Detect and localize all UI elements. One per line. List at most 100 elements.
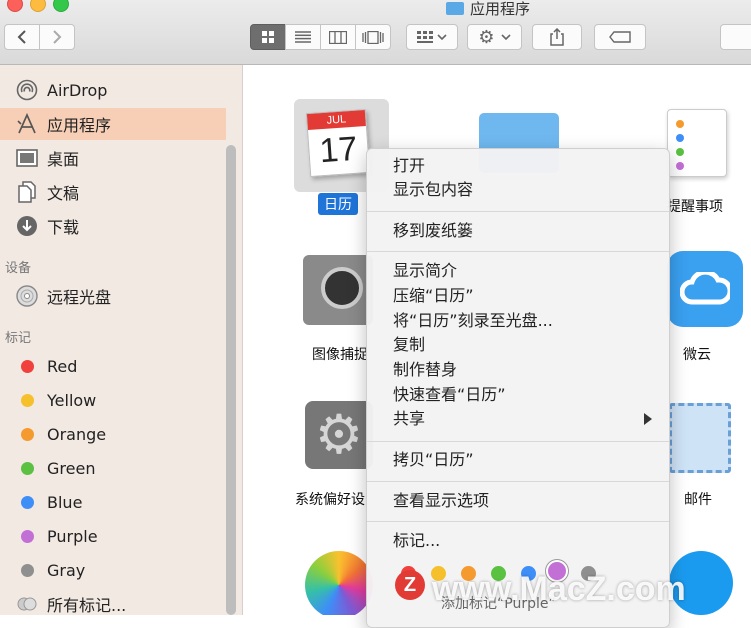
forward-button[interactable] (39, 24, 75, 50)
sidebar-item-label: Green (47, 458, 96, 478)
desktop-icon (16, 147, 38, 169)
airdrop-icon (16, 79, 38, 101)
list-view-button[interactable] (285, 24, 321, 50)
sidebar-item-label: Purple (47, 526, 98, 546)
calendar-day: 17 (318, 129, 359, 171)
action-button[interactable]: ⚙ (467, 24, 522, 50)
menu-item-burn-to-disc[interactable]: 将“日历”刻录至光盘... (393, 310, 553, 332)
menu-item-share[interactable]: 共享 (393, 408, 425, 430)
menu-item-tags[interactable]: 标记... (393, 530, 440, 552)
window-title-text: 应用程序 (470, 0, 531, 18)
tag-button[interactable] (594, 24, 646, 50)
calendar-label: 日历 (324, 197, 352, 213)
sidebar-item-label: 文稿 (47, 184, 80, 203)
sidebar-item-label: 下载 (47, 218, 80, 237)
disc-icon (16, 285, 38, 307)
chevron-left-icon (17, 30, 26, 44)
sidebar-tag-yellow[interactable]: Yellow (0, 384, 226, 416)
sidebar-tag-purple[interactable]: Purple (0, 520, 226, 552)
chevron-down-icon (500, 34, 511, 41)
list-view-icon (295, 31, 311, 43)
sidebar-item-label: 所有标记... (47, 596, 127, 615)
share-button[interactable] (532, 24, 582, 50)
app-label-mail[interactable]: 邮件 (684, 489, 712, 509)
zoom-button[interactable] (53, 0, 69, 12)
watermark-text: www.MacZ.com (432, 570, 686, 608)
all-tags-icon (16, 593, 38, 615)
chevron-right-icon (53, 30, 62, 44)
arrange-button[interactable] (406, 24, 458, 50)
app-label-calendar[interactable]: 日历 (318, 193, 358, 215)
system-preferences-icon[interactable]: ⚙ (305, 401, 373, 469)
window-title: 应用程序 (446, 0, 530, 19)
sidebar-item-label: 远程光盘 (47, 288, 112, 307)
sidebar-tag-green[interactable]: Green (0, 452, 226, 484)
minimize-button[interactable] (30, 0, 46, 12)
downloads-icon (16, 215, 38, 237)
reminders-icon[interactable] (667, 109, 727, 177)
photos-icon[interactable] (305, 551, 373, 615)
menu-item-compress[interactable]: 压缩“日历” (393, 285, 474, 307)
menu-separator (367, 251, 669, 252)
app-label-weiyun[interactable]: 微云 (683, 344, 711, 364)
arrange-grid-icon (417, 31, 447, 43)
nav-buttons (4, 24, 75, 50)
sidebar-item-airdrop[interactable]: AirDrop (0, 74, 226, 106)
column-view-icon (329, 30, 347, 44)
sidebar-item-documents[interactable]: 文稿 (0, 176, 226, 208)
tag-color-icon (20, 359, 34, 373)
sidebar-tag-orange[interactable]: Orange (0, 418, 226, 450)
sidebar-tag-blue[interactable]: Blue (0, 486, 226, 518)
app-label-image-capture[interactable]: 图像捕捉 (312, 344, 368, 364)
menu-item-view-options[interactable]: 查看显示选项 (393, 490, 489, 512)
weiyun-icon[interactable] (667, 251, 743, 327)
image-capture-icon[interactable] (303, 255, 373, 325)
sidebar-tag-gray[interactable]: Gray (0, 554, 226, 586)
sidebar-scrollbar[interactable] (226, 145, 236, 615)
tag-color-icon (20, 563, 34, 577)
column-view-button[interactable] (320, 24, 356, 50)
sidebar-item-desktop[interactable]: 桌面 (0, 142, 226, 174)
sidebar-item-remote-disc[interactable]: 远程光盘 (0, 280, 226, 312)
tag-color-icon (20, 461, 34, 475)
sidebar-tag-red[interactable]: Red (0, 350, 226, 382)
app-label-reminders[interactable]: 提醒事项 (667, 196, 723, 216)
tag-color-icon (20, 495, 34, 509)
submenu-arrow-icon (644, 413, 652, 425)
mail-icon[interactable] (669, 403, 731, 473)
menu-item-open[interactable]: 打开 (393, 155, 425, 177)
sidebar-section-devices: 设备 (5, 261, 32, 276)
applications-folder-icon (446, 2, 464, 15)
sidebar-all-tags[interactable]: 所有标记... (0, 588, 226, 615)
menu-item-move-to-trash[interactable]: 移到废纸篓 (393, 220, 473, 242)
menu-item-show-package-contents[interactable]: 显示包内容 (393, 179, 473, 201)
sidebar-item-label: Blue (47, 492, 83, 512)
applications-icon (16, 113, 38, 135)
icon-view-button[interactable] (250, 24, 286, 50)
app-label-system-preferences[interactable]: 系统偏好设 (295, 489, 365, 509)
sidebar-section-tags: 标记 (5, 331, 32, 346)
menu-item-duplicate[interactable]: 复制 (393, 334, 425, 356)
close-button[interactable] (7, 0, 23, 12)
menu-item-copy[interactable]: 拷贝“日历” (393, 449, 474, 471)
sidebar-item-label: Gray (47, 560, 86, 580)
search-field[interactable] (720, 24, 751, 50)
sidebar-item-label: 应用程序 (47, 116, 112, 135)
coverflow-view-button[interactable] (355, 24, 391, 50)
menu-separator (367, 521, 669, 522)
share-icon (550, 28, 564, 46)
sidebar-item-label: Red (47, 356, 78, 376)
menu-item-get-info[interactable]: 显示简介 (393, 260, 457, 282)
view-mode-control (250, 24, 391, 50)
sidebar-item-applications[interactable]: 应用程序 (0, 108, 226, 140)
finder-toolbar: 应用程序 ⚙ (0, 0, 751, 65)
calendar-icon: JUL 17 (305, 108, 371, 178)
back-button[interactable] (4, 24, 40, 50)
sidebar-item-downloads[interactable]: 下载 (0, 210, 226, 242)
sidebar-item-label: Orange (47, 424, 107, 444)
documents-icon (16, 181, 38, 203)
menu-item-quick-look[interactable]: 快速查看“日历” (393, 384, 506, 406)
tag-color-icon (20, 529, 34, 543)
menu-item-make-alias[interactable]: 制作替身 (393, 359, 457, 381)
tag-color-icon (20, 393, 34, 407)
